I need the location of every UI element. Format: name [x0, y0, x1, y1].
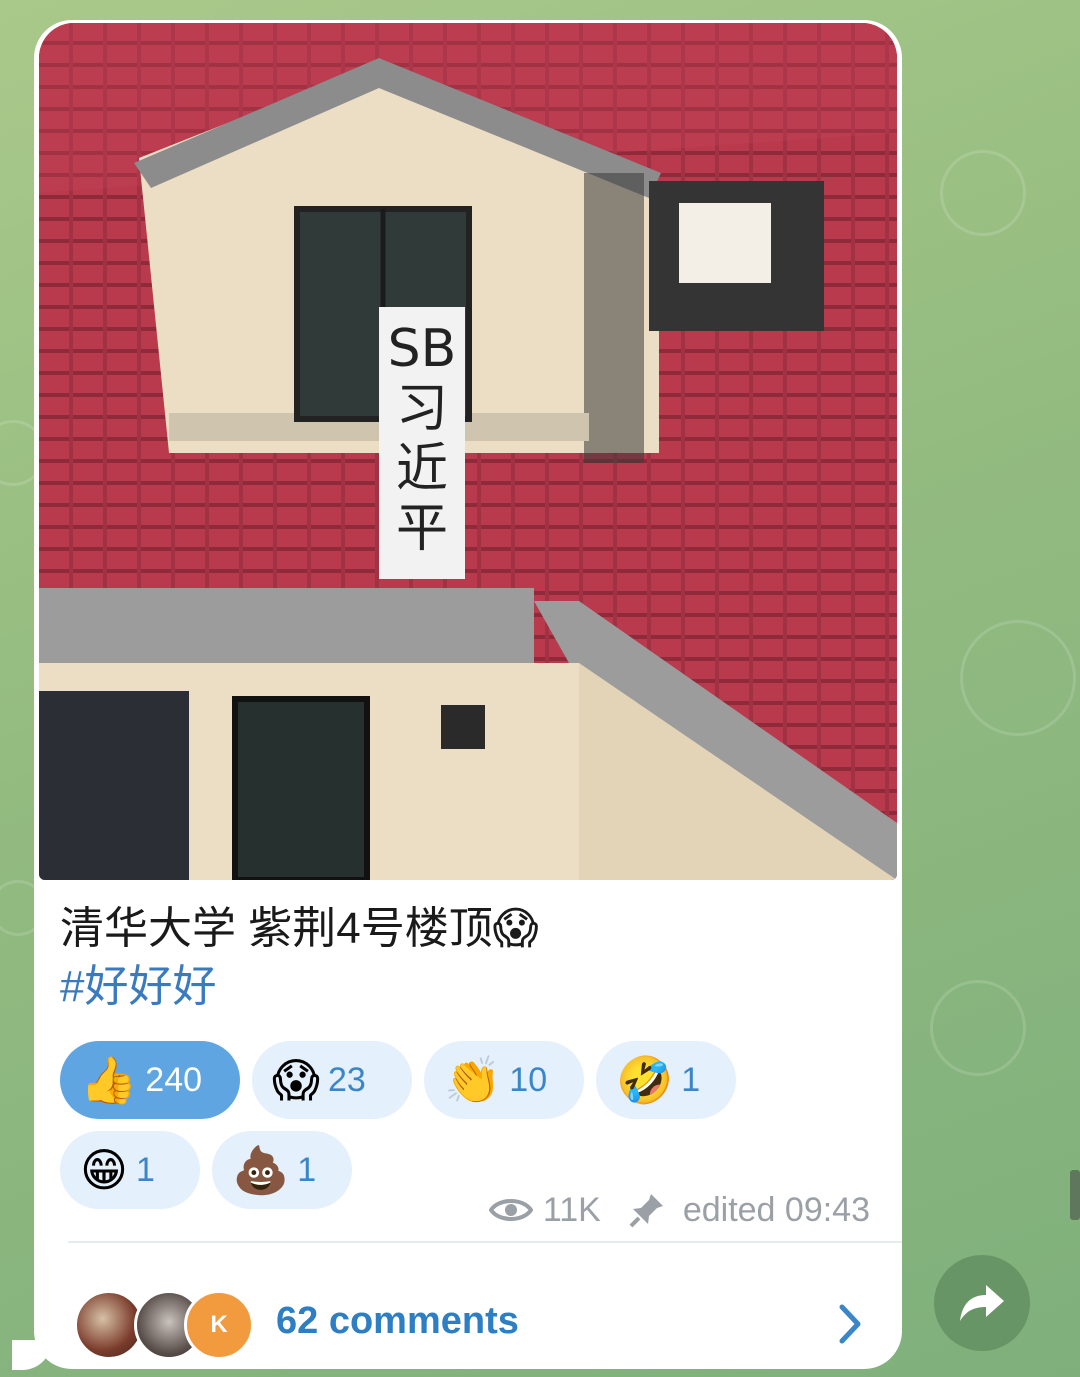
background-doodle — [960, 620, 1076, 736]
reaction-poop[interactable]: 💩 1 — [212, 1131, 352, 1209]
reaction-count: 1 — [135, 1150, 155, 1189]
reaction-count: 1 — [681, 1060, 701, 1099]
caption-text: 清华大学 紫荆4号楼顶😱 — [60, 904, 539, 953]
banner-text: SB习近平 — [387, 319, 457, 559]
view-count: 11K — [542, 1190, 601, 1229]
reaction-thumbs-up[interactable]: 👍 240 — [60, 1041, 240, 1119]
reaction-count: 10 — [509, 1060, 548, 1099]
comments-button[interactable]: K 62 comments — [34, 1245, 902, 1369]
message-bubble: SB习近平 清华大学 紫荆4号楼顶😱 #好好好 👍 240 😱 23 👏 10 … — [12, 20, 902, 1370]
background-doodle — [930, 980, 1026, 1076]
divider — [68, 1241, 902, 1243]
scream-face-icon: 😱 — [272, 1053, 320, 1107]
eye-icon — [488, 1199, 533, 1221]
chevron-right-icon — [839, 1304, 861, 1344]
edited-time: edited 09:43 — [682, 1190, 870, 1229]
poop-icon: 💩 — [232, 1143, 290, 1197]
grinning-face-icon: 😁 — [80, 1143, 128, 1197]
avatar: K — [184, 1290, 254, 1360]
pin-icon — [629, 1194, 663, 1228]
comments-label: 62 comments — [276, 1300, 519, 1342]
reaction-clap[interactable]: 👏 10 — [424, 1041, 584, 1119]
reaction-count: 1 — [297, 1150, 317, 1189]
thumbs-up-icon: 👍 — [80, 1053, 138, 1107]
hashtag-link[interactable]: #好好好 — [60, 958, 876, 1016]
avatar-letter: K — [210, 1311, 228, 1338]
background-doodle — [940, 150, 1026, 236]
reaction-scream[interactable]: 😱 23 — [252, 1041, 412, 1119]
share-arrow-icon — [960, 1285, 1004, 1321]
share-button[interactable] — [934, 1255, 1030, 1351]
scrollbar-thumb[interactable] — [1070, 1170, 1080, 1220]
post-photo[interactable]: SB习近平 — [39, 23, 897, 880]
photo-illustration — [39, 23, 897, 880]
message-meta: 11K edited 09:43 — [488, 1185, 870, 1235]
reaction-count: 23 — [327, 1060, 366, 1099]
rolling-laughing-icon: 🤣 — [616, 1053, 674, 1107]
reaction-count: 240 — [145, 1060, 203, 1099]
clapping-hands-icon: 👏 — [444, 1053, 502, 1107]
reaction-grin[interactable]: 😁 1 — [60, 1131, 200, 1209]
reaction-rofl[interactable]: 🤣 1 — [596, 1041, 736, 1119]
post-caption: 清华大学 紫荆4号楼顶😱 #好好好 — [60, 900, 876, 1016]
